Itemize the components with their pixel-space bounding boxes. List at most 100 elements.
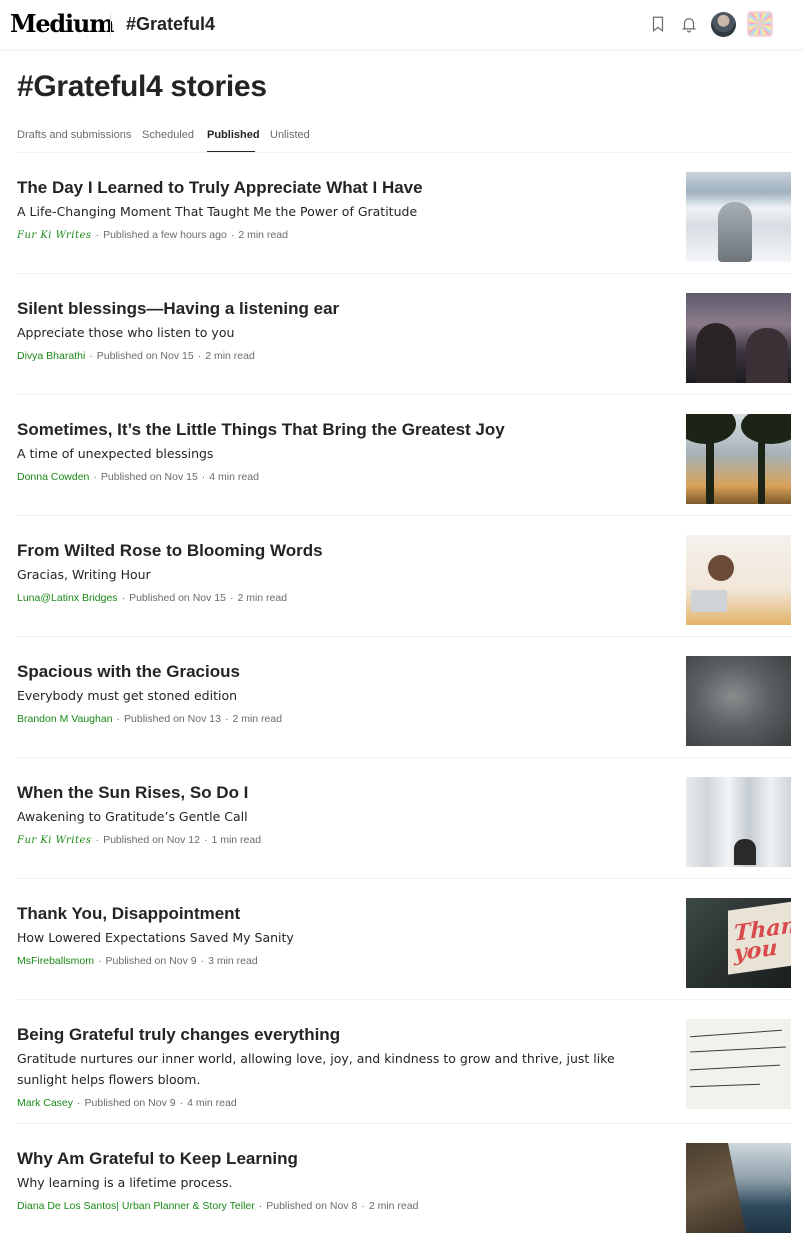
meta-separator: · [77, 1097, 81, 1109]
meta-separator: · [93, 471, 97, 483]
story-title[interactable]: Why Am Grateful to Keep Learning [17, 1148, 667, 1170]
story-published-date: Published on Nov 9 [84, 1097, 176, 1109]
story-author[interactable]: Fur Ki Writes [17, 835, 92, 846]
story-meta: Divya Bharathi · Published on Nov 15 · 2… [17, 350, 667, 362]
header-divider [110, 13, 111, 37]
story-meta: Brandon M Vaughan · Published on Nov 13 … [17, 713, 667, 725]
meta-separator: · [361, 1200, 365, 1212]
top-navigation-bar: Medium #Grateful4 [0, 0, 805, 49]
story-published-date: Published on Nov 15 [96, 350, 194, 362]
story-read-time: 2 min read [238, 229, 288, 241]
story-read-time: 3 min read [208, 955, 258, 967]
story-subtitle: A Life-Changing Moment That Taught Me th… [17, 204, 418, 219]
story-thumbnail[interactable] [686, 414, 791, 504]
tab-scheduled[interactable]: Scheduled [142, 129, 194, 141]
story-item: Being Grateful truly changes everything … [17, 1019, 791, 1124]
meta-separator: · [95, 229, 100, 241]
story-author[interactable]: Divya Bharathi [17, 350, 85, 362]
story-published-date: Published on Nov 9 [105, 955, 197, 967]
meta-separator: · [98, 955, 102, 967]
story-title[interactable]: From Wilted Rose to Blooming Words [17, 540, 667, 562]
story-item: From Wilted Rose to Blooming Words Graci… [17, 535, 791, 637]
bookmark-icon[interactable] [649, 15, 667, 33]
story-meta: Diana De Los Santos| Urban Planner & Sto… [17, 1200, 667, 1212]
story-published-date: Published on Nov 8 [266, 1200, 358, 1212]
story-author[interactable]: Mark Casey [17, 1097, 73, 1109]
story-subtitle: Gratitude nurtures our inner world, allo… [17, 1051, 615, 1087]
meta-separator: · [258, 1200, 263, 1212]
story-thumbnail[interactable] [686, 535, 791, 625]
meta-separator: · [121, 592, 126, 604]
user-avatar[interactable] [711, 12, 736, 37]
story-item: Thank You, Disappointment How Lowered Ex… [17, 898, 791, 1000]
story-author[interactable]: Diana De Los Santos| Urban Planner & Sto… [17, 1200, 255, 1212]
story-meta: Donna Cowden · Published on Nov 15 · 4 m… [17, 471, 667, 483]
tab-drafts-and-submissions[interactable]: Drafts and submissions [17, 129, 131, 141]
tab-published[interactable]: Published [207, 129, 260, 141]
story-author[interactable]: Donna Cowden [17, 471, 89, 483]
meta-separator: · [229, 592, 234, 604]
story-thumbnail[interactable]: Thank you [686, 898, 791, 988]
story-item: Silent blessings—Having a listening ear … [17, 293, 791, 395]
story-read-time: 4 min read [187, 1097, 237, 1109]
story-thumbnail[interactable] [686, 1143, 791, 1233]
meta-separator: · [116, 713, 121, 725]
medium-logo[interactable]: Medium [10, 9, 115, 38]
story-published-date: Published on Nov 15 [100, 471, 198, 483]
story-thumbnail[interactable] [686, 656, 791, 746]
story-published-date: Published on Nov 13 [124, 713, 221, 725]
thumbnail-sign-text: Thank you [734, 909, 791, 967]
story-title[interactable]: Silent blessings—Having a listening ear [17, 298, 667, 320]
story-author[interactable]: Fur Ki Writes [17, 230, 92, 241]
story-thumbnail[interactable] [686, 1019, 791, 1109]
story-title[interactable]: Thank You, Disappointment [17, 903, 667, 925]
story-subtitle: How Lowered Expectations Saved My Sanity [17, 930, 294, 945]
meta-separator: · [201, 471, 206, 483]
story-status-tabs: Drafts and submissions Scheduled Publish… [17, 120, 791, 153]
story-published-date: Published a few hours ago [103, 229, 227, 241]
story-published-date: Published on Nov 15 [129, 592, 226, 604]
story-subtitle: Appreciate those who listen to you [17, 325, 235, 340]
story-meta: MsFireballsmom · Published on Nov 9 · 3 … [17, 955, 667, 967]
story-thumbnail[interactable] [686, 172, 791, 262]
story-title[interactable]: Being Grateful truly changes everything [17, 1024, 667, 1046]
story-author[interactable]: Luna@Latinx Bridges [17, 592, 118, 604]
story-meta: Mark Casey · Published on Nov 9 · 4 min … [17, 1097, 667, 1109]
story-subtitle: A time of unexpected blessings [17, 446, 214, 461]
story-author[interactable]: Brandon M Vaughan [17, 713, 113, 725]
story-read-time: 2 min read [237, 592, 288, 604]
story-meta: Fur Ki Writes · Published on Nov 12 · 1 … [17, 834, 667, 846]
bell-icon[interactable] [680, 15, 698, 33]
story-title[interactable]: Sometimes, It’s the Little Things That B… [17, 419, 667, 441]
story-read-time: 2 min read [232, 713, 283, 725]
meta-separator: · [224, 713, 229, 725]
story-subtitle: Gracias, Writing Hour [17, 567, 151, 582]
meta-separator: · [179, 1097, 184, 1109]
meta-separator: · [95, 834, 100, 846]
publication-avatar[interactable] [747, 11, 773, 37]
story-meta: Fur Ki Writes · Published a few hours ag… [17, 229, 667, 241]
story-subtitle: Why learning is a lifetime process. [17, 1175, 233, 1190]
active-tab-indicator [207, 151, 255, 152]
story-title[interactable]: The Day I Learned to Truly Appreciate Wh… [17, 177, 667, 199]
story-meta: Luna@Latinx Bridges · Published on Nov 1… [17, 592, 667, 604]
story-title[interactable]: Spacious with the Gracious [17, 661, 667, 683]
meta-separator: · [89, 350, 93, 362]
story-thumbnail[interactable] [686, 777, 791, 867]
story-title[interactable]: When the Sun Rises, So Do I [17, 782, 667, 804]
story-item: Sometimes, It’s the Little Things That B… [17, 414, 791, 516]
story-published-date: Published on Nov 12 [103, 834, 200, 846]
meta-separator: · [200, 955, 205, 967]
story-read-time: 4 min read [209, 471, 259, 483]
story-thumbnail[interactable] [686, 293, 791, 383]
story-subtitle: Awakening to Gratitude’s Gentle Call [17, 809, 248, 824]
story-item: Why Am Grateful to Keep Learning Why lea… [17, 1143, 791, 1242]
story-read-time: 2 min read [368, 1200, 419, 1212]
story-read-time: 1 min read [211, 834, 262, 846]
publication-name[interactable]: #Grateful4 [126, 14, 215, 35]
story-author[interactable]: MsFireballsmom [17, 955, 94, 967]
tab-unlisted[interactable]: Unlisted [270, 129, 310, 141]
story-read-time: 2 min read [205, 350, 255, 362]
meta-separator: · [203, 834, 208, 846]
story-item: The Day I Learned to Truly Appreciate Wh… [17, 172, 791, 274]
